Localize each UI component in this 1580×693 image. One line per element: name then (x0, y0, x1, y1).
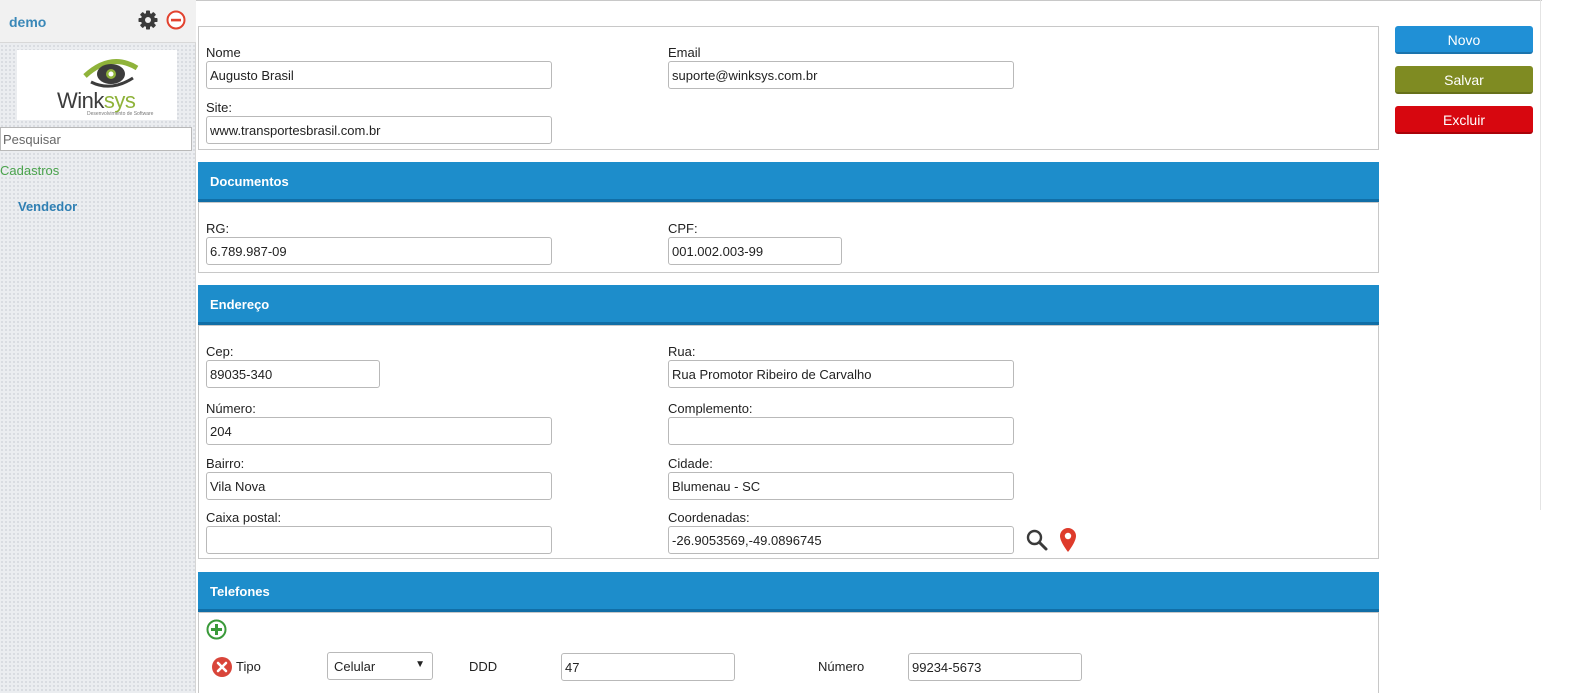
novo-button[interactable]: Novo (1395, 26, 1533, 54)
rg-input[interactable] (206, 237, 552, 265)
right-divider (1540, 0, 1541, 510)
tipo-label: Tipo (236, 659, 261, 674)
excluir-button[interactable]: Excluir (1395, 106, 1533, 134)
rua-input[interactable] (668, 360, 1014, 388)
ddd-input[interactable] (561, 653, 735, 681)
telefone-numero-label: Número (818, 659, 865, 674)
top-border (196, 0, 1542, 4)
numero-label: Número: (206, 401, 256, 416)
bairro-input[interactable] (206, 472, 552, 500)
remove-icon[interactable] (211, 656, 233, 678)
email-label: Email (668, 45, 701, 60)
cpf-label: CPF: (668, 221, 698, 236)
minus-circle-icon[interactable] (166, 10, 186, 30)
bairro-label: Bairro: (206, 456, 245, 471)
cep-input[interactable] (206, 360, 380, 388)
gear-icon[interactable] (138, 10, 158, 30)
logo-tagline: Desenvolvimento de Software (87, 111, 154, 117)
eye-logo-icon (83, 59, 139, 88)
add-icon[interactable] (206, 619, 227, 640)
nome-label: Nome (206, 45, 241, 60)
search-icon[interactable] (1025, 528, 1049, 552)
cidade-input[interactable] (668, 472, 1014, 500)
user-name[interactable]: demo (9, 14, 46, 30)
map-pin-icon[interactable] (1058, 527, 1078, 553)
rua-label: Rua: (668, 344, 696, 359)
menu-item-vendedor[interactable]: Vendedor (18, 199, 77, 214)
search-input[interactable] (0, 127, 192, 151)
complemento-label: Complemento: (668, 401, 753, 416)
cep-label: Cep: (206, 344, 234, 359)
caixa-postal-input[interactable] (206, 526, 552, 554)
caixa-postal-label: Caixa postal: (206, 510, 282, 525)
tipo-select-value: Celular (334, 659, 376, 674)
endereco-header: Endereço (198, 285, 1379, 325)
telefones-header: Telefones (198, 572, 1379, 612)
sidebar: demo Winksys Desenvolvimento de Software… (0, 0, 196, 693)
menu-section-cadastros[interactable]: Cadastros (0, 163, 59, 178)
complemento-input[interactable] (668, 417, 1014, 445)
sidebar-header: demo (0, 0, 196, 43)
chevron-down-icon: ▼ (415, 659, 425, 670)
site-label: Site: (206, 100, 233, 115)
nome-input[interactable] (206, 61, 552, 89)
site-input[interactable] (206, 116, 552, 144)
telefone-numero-input[interactable] (908, 653, 1082, 681)
documentos-header: Documentos (198, 162, 1379, 202)
salvar-button[interactable]: Salvar (1395, 66, 1533, 94)
tipo-select[interactable]: Celular ▼ (327, 652, 433, 680)
numero-input[interactable] (206, 417, 552, 445)
rg-label: RG: (206, 221, 230, 236)
ddd-label: DDD (469, 659, 498, 674)
coordenadas-label: Coordenadas: (668, 510, 750, 525)
email-input[interactable] (668, 61, 1014, 89)
company-logo: Winksys Desenvolvimento de Software (17, 50, 177, 120)
cidade-label: Cidade: (668, 456, 713, 471)
cpf-input[interactable] (668, 237, 842, 265)
coordenadas-input[interactable] (668, 526, 1014, 554)
